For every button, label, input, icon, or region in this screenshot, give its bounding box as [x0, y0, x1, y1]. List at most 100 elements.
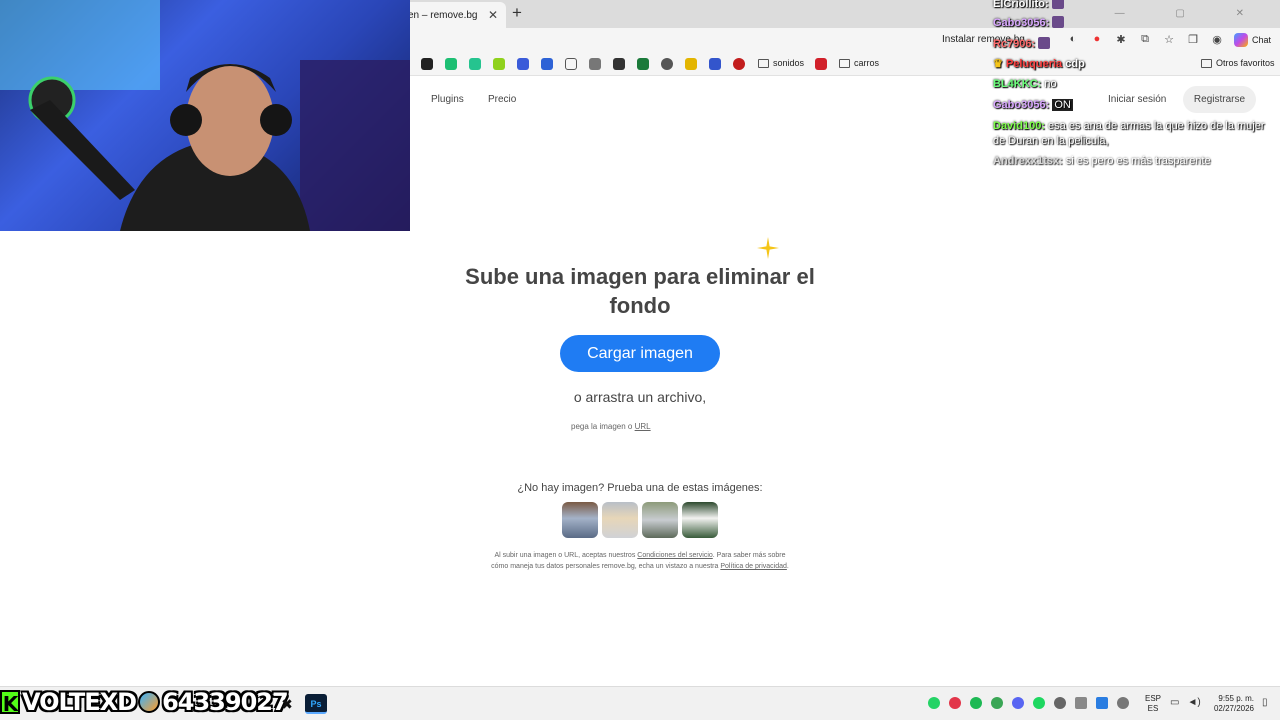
chat-username: ElCriollito: [993, 0, 1049, 10]
sparkle-icon [757, 237, 779, 259]
upload-image-button[interactable]: Cargar imagen [560, 335, 720, 372]
toolbar-icons: ◐ ● ✱ ⧉ ☆ ❐ ◉ ⋯ [1066, 33, 1248, 46]
nav-pricing-link[interactable]: Precio [488, 94, 516, 105]
bookmark-circle-icon[interactable] [661, 58, 673, 70]
tab-title: en – remove.bg [408, 10, 478, 21]
whatsapp-icon[interactable] [928, 697, 940, 709]
bookmark-dark-icon[interactable] [613, 58, 625, 70]
taskbar-app-icon[interactable]: ✖ [278, 695, 296, 713]
bookmark-folder-icon[interactable] [565, 58, 577, 70]
chat-username: Andrexx1tsx: [993, 155, 1063, 167]
url-link[interactable]: URL [635, 422, 651, 431]
bookmark-green-icon[interactable] [445, 58, 457, 70]
extension-icon[interactable]: ◐ [1066, 33, 1080, 46]
copilot-chat-button[interactable]: Chat [1234, 33, 1271, 47]
chat-username: BL4KKC: [993, 78, 1042, 90]
webcam-scene [0, 0, 410, 231]
tray-green-icon[interactable] [970, 697, 982, 709]
collections-icon[interactable]: ❐ [1186, 33, 1200, 46]
points-coin-icon [138, 691, 161, 713]
bookmark-folder-sonidos[interactable]: sonidos [758, 58, 804, 68]
new-tab-button[interactable]: + [512, 3, 522, 23]
language-code: ESP [1145, 694, 1162, 703]
kick-logo-icon: K [0, 690, 20, 716]
login-link[interactable]: Iniciar sesión [1108, 94, 1166, 105]
profile-avatar-icon[interactable]: ◉ [1210, 33, 1224, 46]
chat-message: ♛ Peluqueria cdp [993, 57, 1085, 70]
bookmark-mask-icon[interactable] [815, 58, 827, 70]
puzzle-icon[interactable]: ✱ [1114, 33, 1128, 46]
usb-icon[interactable] [1075, 697, 1087, 709]
bookmark-red-icon[interactable] [733, 58, 745, 70]
network-icon: ▭ [1170, 697, 1180, 708]
user-badge-icon [1052, 16, 1065, 28]
other-favorites-label: Otros favoritos [1216, 58, 1275, 68]
sample-image-mug[interactable] [682, 502, 718, 538]
bookmark-folder-label: sonidos [773, 58, 805, 68]
chat-text: no [1044, 78, 1057, 90]
sample-image-car[interactable] [642, 502, 678, 538]
copilot-icon [1234, 33, 1248, 47]
photoshop-taskbar-icon[interactable]: Ps [305, 694, 327, 714]
chat-message: ElCriollito: [993, 0, 1064, 10]
terms-link[interactable]: Condiciones del servicio [637, 552, 712, 559]
record-icon[interactable]: ● [1090, 33, 1104, 46]
clock-date: 02/27/2026 [1213, 704, 1254, 713]
paste-hint: pega la imagen o URL [571, 422, 651, 431]
page-title: Sube una imagen para eliminar el fondo [465, 264, 815, 318]
notifications-icon[interactable]: ▯ [1262, 697, 1268, 708]
tray-check-icon[interactable] [991, 697, 1003, 709]
discord-icon[interactable] [1012, 697, 1024, 709]
split-screen-icon[interactable]: ⧉ [1138, 33, 1152, 46]
defender-icon[interactable] [1096, 697, 1108, 709]
privacy-link[interactable]: Política de privacidad [720, 563, 787, 570]
sample-image-dog[interactable] [602, 502, 638, 538]
taskbar-clock[interactable]: 9:55 p. m. 02/27/2026 [1206, 694, 1254, 714]
chat-message: Gabo3056: ON [993, 99, 1073, 111]
chat-message: BL4KKC: no [993, 78, 1057, 90]
bookmark-blue-icon[interactable] [709, 58, 721, 70]
window-controls[interactable]: — ▢ ✕ [1115, 8, 1268, 19]
bookmark-bird-icon[interactable] [589, 58, 601, 70]
sample-images-title: ¿No hay imagen? Prueba una de estas imág… [517, 482, 763, 494]
legal-text: . [786, 563, 789, 570]
sync-icon[interactable] [1117, 697, 1129, 709]
other-favorites[interactable]: Otros favoritos [1201, 58, 1275, 68]
sample-image-person[interactable] [562, 502, 598, 538]
bookmark-download-icon[interactable] [493, 58, 505, 70]
user-badge-icon [1051, 0, 1064, 9]
bookmark-folder-carros[interactable]: carros [839, 58, 879, 68]
webcam-overlay [0, 0, 410, 231]
volume-icon: ◄) [1187, 697, 1201, 708]
legal-notice: Al subir una imagen o URL, aceptas nuest… [490, 550, 790, 572]
paste-hint-text: pega la imagen o [571, 422, 635, 431]
bookmark-anchor-icon[interactable] [421, 58, 433, 70]
bookmark-cycle-icon[interactable] [541, 58, 553, 70]
nav-plugins-link[interactable]: Plugins [431, 94, 464, 105]
bookmark-star-icon[interactable] [517, 58, 529, 70]
chat-username: Peluqueria [1005, 58, 1063, 70]
folder-icon [1201, 58, 1212, 68]
copilot-label: Chat [1252, 35, 1272, 45]
chat-message: Andrexx1tsx: si es pero es más trasparen… [993, 155, 1211, 167]
tray-gear-icon[interactable] [1054, 697, 1066, 709]
bookmark-yellow-icon[interactable] [685, 58, 697, 70]
system-tray-icons [928, 697, 1129, 709]
favorites-icon[interactable]: ☆ [1162, 33, 1176, 46]
tab-close-icon[interactable]: ✕ [488, 8, 498, 22]
language-indicator[interactable]: ESP ES [1145, 694, 1161, 714]
tray-red-icon[interactable] [949, 697, 961, 709]
chat-text: ON [1052, 99, 1073, 111]
spotify-icon[interactable] [1033, 697, 1045, 709]
signup-button[interactable]: Registrarse [1183, 86, 1256, 113]
chat-text: cdp [1065, 58, 1085, 70]
folder-icon [839, 58, 850, 68]
chat-message: Rc7906: [993, 37, 1051, 50]
chat-message: Gabo3056: [993, 16, 1065, 29]
bookmark-x-icon[interactable] [637, 58, 649, 70]
bookmark-tt-icon[interactable] [469, 58, 481, 70]
chat-username: Gabo3056: [993, 17, 1050, 29]
drag-file-text: o arrastra un archivo, [573, 389, 707, 405]
system-status-icons[interactable]: ▭ ◄) [1170, 697, 1201, 708]
legal-text: Al subir una imagen o URL, aceptas nuest… [494, 552, 638, 559]
